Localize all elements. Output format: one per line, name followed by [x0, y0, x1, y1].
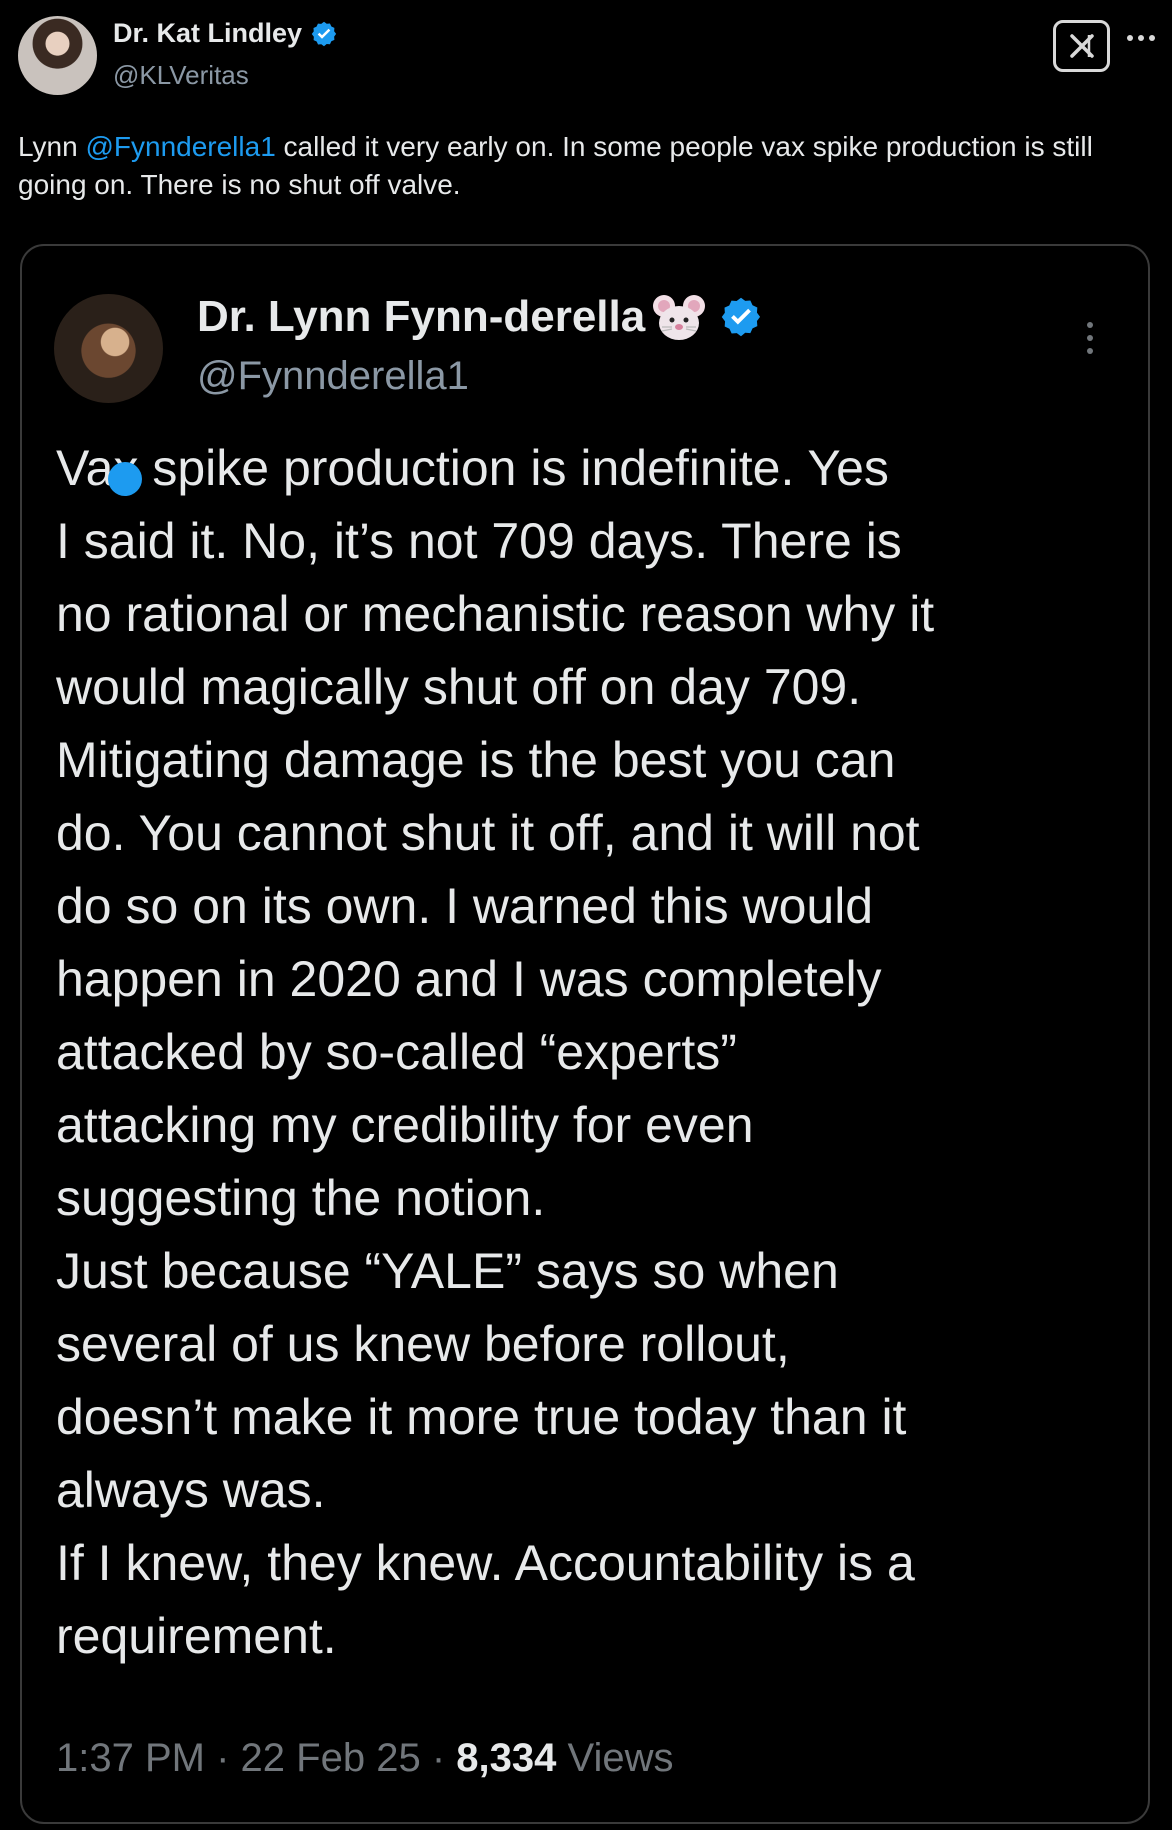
views-label: Views: [567, 1736, 674, 1780]
verified-icon: [311, 21, 337, 46]
quoted-author-avatar[interactable]: [54, 294, 163, 403]
meta-separator: ·: [431, 1736, 446, 1780]
quoted-post-card[interactable]: Dr. Lynn Fynn-derella @Fynnderella1 Vax …: [20, 244, 1150, 1824]
quoted-author-name-row: Dr. Lynn Fynn-derella: [197, 292, 763, 342]
meta-separator: ·: [216, 1736, 230, 1780]
author-name[interactable]: Dr. Kat Lindley: [113, 18, 302, 49]
quoted-author-name[interactable]: Dr. Lynn Fynn-derella: [197, 292, 645, 342]
post-date[interactable]: 22 Feb 25: [241, 1736, 421, 1780]
blue-dot-marker: [108, 462, 142, 496]
quoted-verified-icon: [721, 297, 761, 337]
author-avatar[interactable]: [18, 16, 97, 95]
author-handle[interactable]: @KLVeritas: [113, 60, 249, 91]
mouse-face-icon: [653, 295, 706, 340]
more-icon[interactable]: [1124, 28, 1158, 48]
quoted-post-text: Vax spike production is indefinite. Yes …: [56, 440, 935, 1664]
post-text: Lynn @Fynnderella1 called it very early …: [18, 128, 1148, 204]
x-logo-icon: [1069, 34, 1094, 58]
post-time[interactable]: 1:37 PM: [56, 1736, 205, 1780]
views-count: 8,334: [456, 1736, 557, 1780]
x-logo-button[interactable]: [1053, 20, 1110, 72]
quoted-author-handle[interactable]: @Fynnderella1: [197, 354, 469, 399]
post-header: Dr. Kat Lindley @KLVeritas: [18, 16, 1155, 100]
quoted-post-meta: 1:37 PM · 22 Feb 25 · 8,334 Views: [56, 1736, 1136, 1781]
author-name-row: Dr. Kat Lindley: [113, 18, 338, 49]
quoted-more-icon[interactable]: [1082, 318, 1098, 358]
post-mention-link[interactable]: @Fynnderella1: [85, 131, 275, 162]
post-text-before-mention: Lynn: [18, 131, 86, 162]
